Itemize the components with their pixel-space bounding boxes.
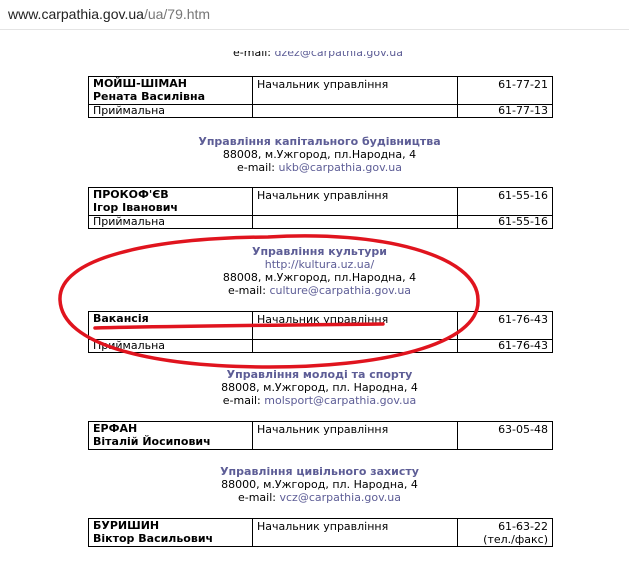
- dept-title: Управління молоді та спорту: [226, 368, 413, 381]
- dept-email-link[interactable]: ukb@carpathia.gov.ua: [279, 161, 403, 174]
- dept-header-culture: Управління культури http://kultura.uz.ua…: [88, 245, 551, 297]
- reception-phone: 61-77-13: [457, 104, 553, 118]
- position-cell: Начальник управління: [252, 518, 458, 547]
- browser-address-bar[interactable]: www.carpathia.gov.ua/ua/79.htm: [0, 0, 629, 30]
- table-row: ЕРФАН Віталій Йосипович Начальник управлі…: [88, 421, 553, 450]
- position-cell: Начальник управління: [252, 311, 458, 340]
- dept-address: 88000, м.Ужгород, пл. Народна, 4: [221, 478, 418, 491]
- person-name: Вакансія: [88, 311, 253, 340]
- dept-email-link[interactable]: molsport@carpathia.gov.ua: [264, 394, 416, 407]
- person-name: ПРОКОФ'ЄВ Ігор Іванович: [88, 187, 253, 216]
- reception-label: Приймальна: [88, 104, 253, 118]
- phone-cell: 61-77-21: [457, 76, 553, 105]
- dept-email-line: e-mail: ukb@carpathia.gov.ua: [236, 161, 403, 174]
- phone-cell: 61-55-16: [457, 187, 553, 216]
- staff-table-1: ПРОКОФ'ЄВ Ігор Іванович Начальник управлі…: [88, 187, 553, 229]
- empty-cell: [252, 215, 458, 229]
- position-cell: Начальник управління: [252, 187, 458, 216]
- position-cell: Начальник управління: [252, 421, 458, 450]
- url-path: /ua/79.htm: [143, 6, 211, 22]
- empty-cell: [252, 339, 458, 353]
- person-name: БУРИШИН Віктор Васильович: [88, 518, 253, 547]
- dept-email-line: e-mail: molsport@carpathia.gov.ua: [222, 394, 417, 407]
- table-row: Приймальна 61-76-43: [88, 339, 553, 353]
- previous-dept-email-line: e-mail: dzez@carpathia.gov.ua: [233, 51, 403, 61]
- table-row: Приймальна 61-77-13: [88, 104, 553, 118]
- dept-address: 88008, м.Ужгород, пл.Народна, 4: [222, 271, 417, 284]
- phone-cell: 61-63-22 (тел./факс): [457, 518, 553, 547]
- staff-table-3: ЕРФАН Віталій Йосипович Начальник управлі…: [88, 421, 553, 450]
- email-link[interactable]: dzez@carpathia.gov.ua: [275, 51, 404, 59]
- dept-title: Управління культури: [251, 245, 388, 258]
- dept-email-line: e-mail: vcz@carpathia.gov.ua: [237, 491, 402, 504]
- dept-email-link[interactable]: culture@carpathia.gov.ua: [269, 284, 411, 297]
- dept-header-civil-protection: Управління цивільного захисту 88000, м.У…: [88, 465, 551, 504]
- email-label: e-mail:: [233, 51, 272, 59]
- reception-label: Приймальна: [88, 215, 253, 229]
- table-row: МОЙШ-ШІМАН Рената Василівна Начальник упр…: [88, 76, 553, 105]
- dept-address: 88008, м.Ужгород, пл. Народна, 4: [221, 381, 418, 394]
- url-text[interactable]: www.carpathia.gov.ua/ua/79.htm: [8, 6, 210, 22]
- reception-phone: 61-76-43: [457, 339, 553, 353]
- table-row: ПРОКОФ'ЄВ Ігор Іванович Начальник управлі…: [88, 187, 553, 216]
- phone-cell: 63-05-48: [457, 421, 553, 450]
- reception-label: Приймальна: [88, 339, 253, 353]
- empty-cell: [252, 104, 458, 118]
- reception-phone: 61-55-16: [457, 215, 553, 229]
- dept-header-youth-sport: Управління молоді та спорту 88008, м.Ужг…: [88, 368, 551, 407]
- position-cell: Начальник управління: [252, 76, 458, 105]
- dept-email-line: e-mail: culture@carpathia.gov.ua: [227, 284, 412, 297]
- dept-email-link[interactable]: vcz@carpathia.gov.ua: [279, 491, 401, 504]
- table-row: БУРИШИН Віктор Васильович Начальник управ…: [88, 518, 553, 547]
- staff-table-2: Вакансія Начальник управління 61-76-43 П…: [88, 311, 553, 353]
- phone-cell: 61-76-43: [457, 311, 553, 340]
- dept-header-capital-construction: Управління капітального будівництва 8800…: [88, 135, 551, 174]
- dept-address: 88008, м.Ужгород, пл.Народна, 4: [222, 148, 417, 161]
- dept-title: Управління цивільного захисту: [220, 465, 419, 478]
- table-row: Вакансія Начальник управління 61-76-43: [88, 311, 553, 340]
- staff-table-4: БУРИШИН Віктор Васильович Начальник управ…: [88, 518, 553, 547]
- person-name: ЕРФАН Віталій Йосипович: [88, 421, 253, 450]
- staff-table-0: МОЙШ-ШІМАН Рената Василівна Начальник упр…: [88, 76, 553, 118]
- dept-website-link[interactable]: http://kultura.uz.ua/: [88, 258, 551, 271]
- url-host: www.carpathia.gov.ua: [8, 6, 144, 22]
- table-row: Приймальна 61-55-16: [88, 215, 553, 229]
- dept-title: Управління капітального будівництва: [198, 135, 441, 148]
- person-name: МОЙШ-ШІМАН Рената Василівна: [88, 76, 253, 105]
